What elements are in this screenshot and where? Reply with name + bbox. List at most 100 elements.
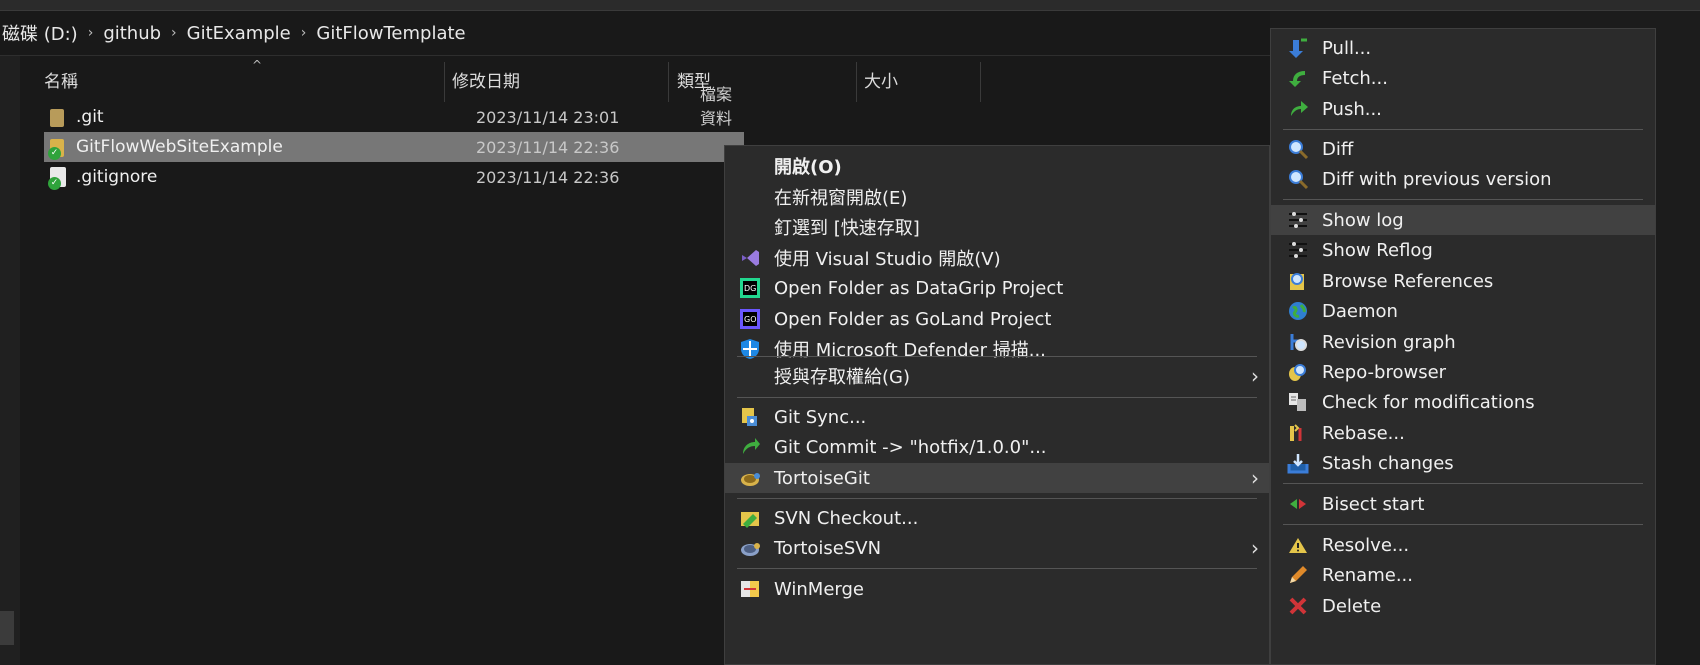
column-divider[interactable] — [856, 62, 857, 102]
menu-item-stash-changes[interactable]: Stash changes — [1271, 448, 1655, 478]
menu-item-revision-graph[interactable]: Revision graph — [1271, 327, 1655, 357]
navigation-pane-selected-item[interactable] — [0, 611, 14, 645]
menu-item-fetch[interactable]: Fetch... — [1271, 63, 1655, 93]
menu-item-git-sync[interactable]: Git Sync... — [725, 402, 1269, 432]
menu-item-label: Check for modifications — [1322, 391, 1535, 413]
column-name-label: 名稱 — [44, 71, 78, 92]
menu-item-pull[interactable]: Pull... — [1271, 33, 1655, 63]
column-header-date[interactable]: 修改日期 — [452, 56, 662, 102]
menu-item-diff-previous[interactable]: Diff with previous version — [1271, 164, 1655, 194]
menu-item-bisect-start[interactable]: Bisect start — [1271, 489, 1655, 519]
column-header-size[interactable]: 大小 — [864, 56, 974, 102]
reflog-icon — [1289, 242, 1307, 258]
goland-icon: GO — [740, 309, 760, 329]
breadcrumb-gitflowtemplate[interactable]: GitFlowTemplate — [316, 23, 465, 44]
chevron-right-icon: › — [1251, 466, 1259, 490]
menu-item-label: Diff — [1322, 138, 1354, 160]
menu-item-resolve[interactable]: Resolve... — [1271, 530, 1655, 560]
column-divider[interactable] — [444, 62, 445, 102]
menu-item-check-modifications[interactable]: Check for modifications — [1271, 387, 1655, 417]
menu-item-goland[interactable]: GO Open Folder as GoLand Project — [725, 304, 1269, 334]
menu-item-tortoisesvn[interactable]: TortoiseSVN › — [725, 533, 1269, 563]
tortoisegit-icon — [741, 473, 760, 486]
menu-item-repo-browser[interactable]: Repo-browser — [1271, 357, 1655, 387]
menu-item-label: Open Folder as GoLand Project — [774, 308, 1052, 330]
push-icon — [1291, 101, 1308, 116]
menu-item-label: 在新視窗開啟(E) — [774, 188, 908, 209]
folder-git-ok-icon: ✓ — [48, 136, 68, 160]
menu-item-push[interactable]: Push... — [1271, 94, 1655, 124]
menu-item-diff[interactable]: Diff — [1271, 134, 1655, 164]
breadcrumb-gitexample[interactable]: GitExample — [187, 23, 291, 44]
menu-item-label: Delete — [1322, 595, 1382, 617]
menu-separator — [1283, 483, 1643, 484]
context-menu: 開啟(O) 在新視窗開啟(E) 釘選到 [快速存取] 使用 Visual Stu… — [724, 145, 1270, 665]
menu-item-open[interactable]: 開啟(O) — [725, 151, 1269, 181]
window-top-strip — [0, 0, 1700, 11]
navigation-pane[interactable] — [0, 56, 20, 665]
menu-item-browse-references[interactable]: Browse References — [1271, 266, 1655, 296]
menu-item-show-reflog[interactable]: Show Reflog — [1271, 235, 1655, 265]
breadcrumb-github[interactable]: github — [103, 23, 161, 44]
bisect-icon — [1290, 499, 1306, 509]
menu-item-label: Git Commit -> "hotfix/1.0.0"... — [774, 436, 1047, 458]
breadcrumb-drive[interactable]: 磁碟 (D:) — [2, 20, 78, 46]
menu-item-label: Stash changes — [1322, 452, 1454, 474]
menu-item-label: Rename... — [1322, 564, 1413, 586]
menu-item-label: Diff with previous version — [1322, 168, 1552, 190]
menu-item-git-commit[interactable]: Git Commit -> "hotfix/1.0.0"... — [725, 432, 1269, 462]
menu-item-svn-checkout[interactable]: SVN Checkout... — [725, 503, 1269, 533]
chevron-right-icon: › — [1251, 364, 1259, 388]
svn-checkout-icon — [741, 512, 759, 528]
address-bar[interactable]: 磁碟 (D:) › github › GitExample › GitFlowT… — [0, 11, 1270, 56]
menu-separator — [737, 356, 1257, 357]
folder-icon — [48, 106, 68, 128]
column-divider[interactable] — [668, 62, 669, 102]
tortoisesvn-icon — [741, 543, 760, 556]
menu-item-rename[interactable]: Rename... — [1271, 560, 1655, 590]
menu-item-winmerge[interactable]: WinMerge — [725, 574, 1269, 604]
file-row-gitflowwebsiteexample[interactable]: ✓ GitFlowWebSiteExample 2023/11/14 22:36 — [44, 132, 744, 162]
tortoisegit-submenu: Pull... Fetch... Push... Diff Diff with … — [1270, 28, 1656, 665]
pull-icon — [1289, 38, 1307, 58]
check-modifications-icon — [1289, 393, 1306, 411]
menu-item-rebase[interactable]: Rebase... — [1271, 418, 1655, 448]
menu-item-open-new-window[interactable]: 在新視窗開啟(E) — [725, 182, 1269, 212]
fetch-icon — [1289, 71, 1305, 87]
file-git-ok-icon: ✓ — [48, 166, 68, 190]
menu-item-open-visual-studio[interactable]: 使用 Visual Studio 開啟(V) — [725, 243, 1269, 273]
menu-item-label: WinMerge — [774, 578, 864, 600]
menu-item-defender-scan[interactable]: 使用 Microsoft Defender 掃描... — [725, 334, 1269, 364]
file-row-gitignore[interactable]: ✓ .gitignore 2023/11/14 22:36 — [44, 162, 744, 192]
menu-item-label: Resolve... — [1322, 534, 1410, 556]
breadcrumb: 磁碟 (D:) › github › GitExample › GitFlowT… — [2, 20, 466, 46]
column-divider[interactable] — [980, 62, 981, 102]
menu-item-grant-access[interactable]: 授與存取權給(G) › — [725, 361, 1269, 391]
log-icon — [1289, 212, 1307, 228]
menu-item-daemon[interactable]: Daemon — [1271, 296, 1655, 326]
winmerge-icon — [741, 581, 759, 597]
file-name: GitFlowWebSiteExample — [76, 137, 283, 157]
chevron-right-icon: › — [87, 25, 94, 41]
menu-item-pin-quick-access[interactable]: 釘選到 [快速存取] — [725, 212, 1269, 242]
file-row-git[interactable]: .git 2023/11/14 23:01 檔案資料夾 — [44, 85, 744, 152]
menu-separator — [737, 498, 1257, 499]
revision-graph-icon — [1290, 334, 1307, 351]
menu-item-delete[interactable]: Delete — [1271, 591, 1655, 621]
menu-item-show-log[interactable]: Show log — [1271, 205, 1655, 235]
menu-item-tortoisegit[interactable]: TortoiseGit › — [725, 463, 1269, 493]
menu-separator — [737, 568, 1257, 569]
menu-item-label: SVN Checkout... — [774, 507, 919, 529]
menu-item-label: Repo-browser — [1322, 361, 1447, 383]
column-size-label: 大小 — [864, 71, 898, 92]
menu-item-label: Open Folder as DataGrip Project — [774, 277, 1064, 299]
column-header-name[interactable]: 名稱 — [44, 56, 444, 102]
menu-separator — [1283, 199, 1643, 200]
file-date: 2023/11/14 22:36 — [476, 167, 620, 187]
menu-item-label: 開啟(O) — [774, 157, 842, 178]
menu-item-label: 授與存取權給(G) — [774, 367, 910, 388]
repo-browser-icon — [1289, 364, 1306, 381]
menu-item-label: TortoiseSVN — [774, 537, 882, 559]
menu-item-label: 使用 Microsoft Defender 掃描... — [774, 340, 1046, 361]
menu-item-datagrip[interactable]: DG Open Folder as DataGrip Project — [725, 273, 1269, 303]
